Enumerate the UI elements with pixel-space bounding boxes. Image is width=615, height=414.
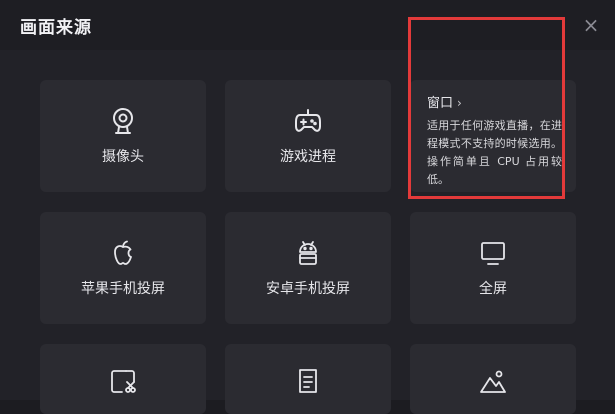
- source-label: 苹果手机投屏: [81, 281, 165, 297]
- source-label: 摄像头: [102, 149, 144, 165]
- image-icon: [478, 366, 508, 396]
- source-label: 全屏: [479, 281, 507, 297]
- dialog-header: 画面来源 ×: [0, 0, 615, 50]
- chevron-right-icon: ›: [457, 96, 462, 110]
- source-grid: 摄像头 游戏进程 窗口 › 适用于任何游戏直播，在进程模式不支持的时候选用。操作简…: [0, 50, 615, 414]
- source-card-region[interactable]: [40, 344, 206, 414]
- window-title-text: 窗口: [427, 96, 454, 111]
- source-card-game-process[interactable]: 游戏进程: [225, 80, 391, 192]
- android-icon: [293, 238, 323, 268]
- apple-icon: [108, 238, 138, 268]
- webcam-icon: [108, 106, 138, 136]
- source-label: 安卓手机投屏: [266, 281, 350, 297]
- source-card-window[interactable]: 窗口 › 适用于任何游戏直播，在进程模式不支持的时候选用。操作简单且 CPU 占用…: [410, 80, 576, 192]
- source-card-webcam[interactable]: 摄像头: [40, 80, 206, 192]
- source-card-fullscreen[interactable]: 全屏: [410, 212, 576, 324]
- source-card-iphone-cast[interactable]: 苹果手机投屏: [40, 212, 206, 324]
- source-card-document[interactable]: [225, 344, 391, 414]
- source-card-image[interactable]: [410, 344, 576, 414]
- document-icon: [293, 366, 323, 396]
- window-description: 适用于任何游戏直播，在进程模式不支持的时候选用。操作简单且 CPU 占用较低。: [427, 119, 562, 186]
- region-capture-icon: [108, 366, 138, 396]
- source-label: 游戏进程: [280, 149, 336, 165]
- dialog-title: 画面来源: [20, 18, 92, 38]
- monitor-icon: [478, 238, 508, 268]
- close-icon[interactable]: ×: [580, 14, 602, 36]
- gamepad-icon: [293, 106, 323, 136]
- window-title: 窗口 ›: [427, 92, 562, 111]
- source-card-android-cast[interactable]: 安卓手机投屏: [225, 212, 391, 324]
